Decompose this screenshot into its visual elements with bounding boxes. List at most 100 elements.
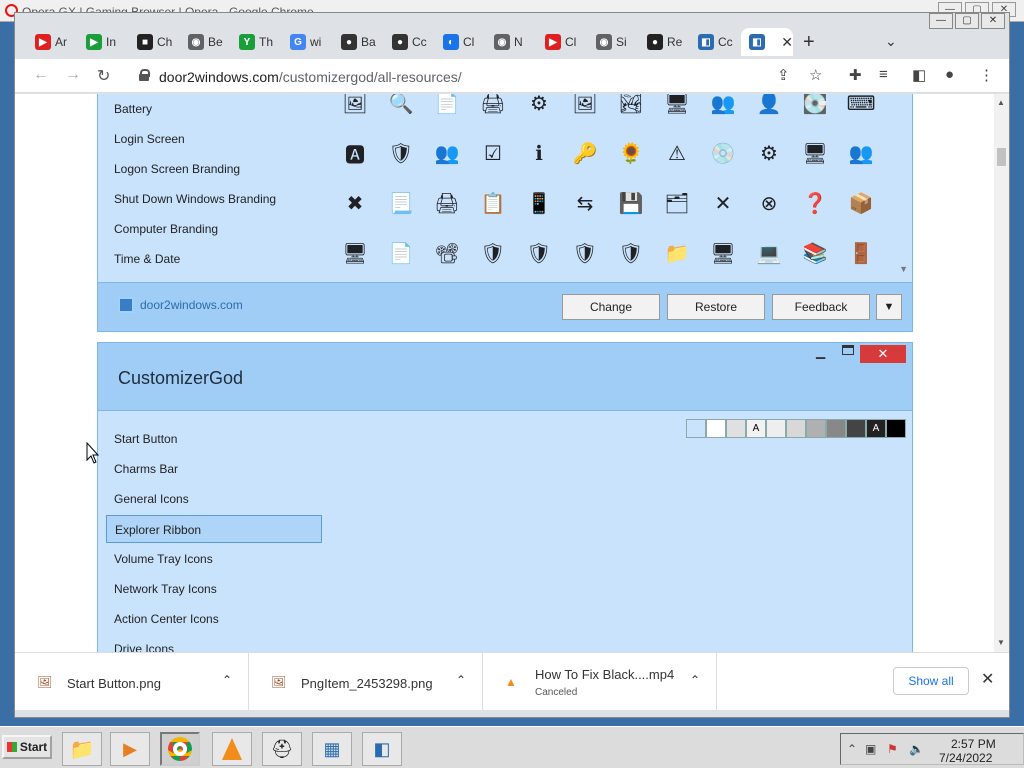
clock-time[interactable]: 2:57 PM <box>951 737 996 751</box>
resource-icon[interactable]: 👥 <box>706 94 740 120</box>
tab[interactable]: ◉ N <box>486 28 536 56</box>
resource-icon[interactable]: 🗂 <box>660 186 694 220</box>
resource-icon[interactable]: 🏞 <box>614 94 648 120</box>
resource-icon[interactable]: ✖ <box>338 186 372 220</box>
resource-icon[interactable]: ℹ <box>522 136 556 170</box>
resource-item[interactable]: Battery <box>114 94 276 124</box>
share-icon[interactable]: ⇪ <box>777 66 790 84</box>
resource-icon[interactable]: 👤 <box>752 94 786 120</box>
resource-icon[interactable]: ☑ <box>476 136 510 170</box>
resource-icon[interactable]: 📦 <box>844 186 878 220</box>
resource-icon[interactable]: ⊗ <box>752 186 786 220</box>
tab[interactable]: ▶ Ar <box>27 28 77 56</box>
page-scrollbar[interactable]: ▲ ▼ <box>994 94 1009 652</box>
color-swatch[interactable] <box>846 419 866 438</box>
tab[interactable]: Gwi <box>282 28 332 56</box>
download-item[interactable]: 🖼 Start Button.png ⌃ <box>15 653 249 711</box>
options-dropdown-button[interactable]: ▼ <box>876 294 902 320</box>
tray-action-center-icon[interactable]: ⚑ <box>887 742 898 756</box>
color-swatch[interactable] <box>766 419 786 438</box>
resource-item[interactable]: Computer Branding <box>114 214 276 244</box>
show-all-button[interactable]: Show all <box>893 667 969 695</box>
resource-icon[interactable]: ⌨ <box>844 94 878 120</box>
resource-icon[interactable]: 🖼 <box>338 94 372 120</box>
resource-item[interactable]: Login Screen <box>114 124 276 154</box>
taskbar-chrome[interactable] <box>160 732 200 766</box>
taskbar-control-panel[interactable]: ▦ <box>312 732 352 766</box>
extensions-icon[interactable]: ✚ <box>849 66 862 84</box>
tab[interactable]: ▶ Cl <box>537 28 587 56</box>
color-swatch[interactable] <box>826 419 846 438</box>
tray-volume-icon[interactable]: 🔈 <box>909 742 924 756</box>
resource-item[interactable]: Time & Date <box>114 244 276 274</box>
resource-icon[interactable]: ❓ <box>798 186 832 220</box>
resource-icon[interactable]: 📁 <box>660 236 694 270</box>
resource-icon[interactable]: 📽 <box>430 236 464 270</box>
tab[interactable]: ◉ Be <box>180 28 230 56</box>
taskbar-explorer[interactable]: 📁 <box>62 732 102 766</box>
scroll-up-icon[interactable]: ▲ <box>997 98 1005 107</box>
resource-icon[interactable]: 🛡 <box>568 236 602 270</box>
resource-icon[interactable]: 🛡 <box>476 236 510 270</box>
resource-icon[interactable]: ⚠ <box>660 136 694 170</box>
resource-icon[interactable]: 🖼 <box>568 94 602 120</box>
close-tab-icon[interactable]: ✕ <box>781 34 793 51</box>
color-swatch[interactable] <box>726 419 746 438</box>
category-item[interactable]: General Icons <box>106 485 322 513</box>
change-button[interactable]: Change <box>562 294 660 320</box>
resource-icon[interactable]: 👥 <box>844 136 878 170</box>
tray-network-icon[interactable]: ▣ <box>865 742 876 756</box>
scroll-thumb[interactable] <box>997 148 1006 166</box>
tab[interactable]: ● Cc <box>384 28 434 56</box>
resource-icon[interactable]: 🖥 <box>798 136 832 170</box>
resource-icon[interactable]: 🌻 <box>614 136 648 170</box>
panel-close-button[interactable]: ✕ <box>860 345 906 363</box>
resource-icon[interactable]: 📱 <box>522 186 556 220</box>
color-swatch[interactable] <box>806 419 826 438</box>
menu-kebab-icon[interactable]: ⋮ <box>979 66 994 84</box>
minimize-icon[interactable]: — <box>929 13 953 29</box>
profile-avatar-icon[interactable]: ● <box>945 66 954 83</box>
resource-icon[interactable]: 💽 <box>798 94 832 120</box>
tab[interactable]: ◧ Cc <box>690 28 740 56</box>
resource-icon[interactable]: 💾 <box>614 186 648 220</box>
category-item[interactable]: Charms Bar <box>106 455 322 483</box>
panel-maximize-icon[interactable] <box>842 345 854 355</box>
feedback-button[interactable]: Feedback <box>772 294 870 320</box>
download-options-chevron-icon[interactable]: ⌃ <box>456 673 466 687</box>
color-swatch[interactable] <box>706 419 726 438</box>
taskbar-customizergod[interactable]: ◧ <box>362 732 402 766</box>
tab-active[interactable]: ◧ ✕ <box>741 28 793 56</box>
back-arrow-icon[interactable]: ← <box>33 66 49 84</box>
color-swatch[interactable]: A <box>866 419 886 438</box>
download-item[interactable]: 🖼 PngItem_2453298.png ⌃ <box>249 653 483 711</box>
download-options-chevron-icon[interactable]: ⌃ <box>222 673 232 687</box>
color-swatch[interactable] <box>886 419 906 438</box>
tab[interactable]: ■ Ch <box>129 28 179 56</box>
resource-icon[interactable]: 🖨 <box>476 94 510 120</box>
resource-icon[interactable]: 🖨 <box>430 186 464 220</box>
start-button[interactable]: Start <box>2 735 52 759</box>
resource-icon[interactable]: ⚙ <box>752 136 786 170</box>
category-item-selected[interactable]: Explorer Ribbon <box>106 515 322 543</box>
resource-icon[interactable]: 🅰 <box>338 136 372 170</box>
category-item[interactable]: Drive Icons <box>106 635 322 652</box>
bookmark-star-icon[interactable]: ☆ <box>809 66 822 84</box>
color-swatch[interactable] <box>786 419 806 438</box>
category-item[interactable]: Start Button <box>106 425 322 453</box>
tray-expand-icon[interactable]: ⌃ <box>847 742 857 756</box>
download-item[interactable]: ▲ How To Fix Black....mp4 Canceled ⌃ <box>483 653 717 711</box>
resource-icon[interactable]: 📃 <box>384 186 418 220</box>
resource-icon[interactable]: 🚪 <box>844 236 878 270</box>
resource-icon[interactable]: ✕ <box>706 186 740 220</box>
resource-icon[interactable]: 🔑 <box>568 136 602 170</box>
inner-scroll-down-icon[interactable]: ▼ <box>899 264 908 274</box>
resource-icon[interactable]: 🖥 <box>706 236 740 270</box>
tab[interactable]: ◉ Si <box>588 28 638 56</box>
tab[interactable]: Y Th <box>231 28 281 56</box>
tab[interactable]: ● Ba <box>333 28 383 56</box>
resource-item[interactable]: Shut Down Windows Branding <box>114 184 276 214</box>
restore-button[interactable]: Restore <box>667 294 765 320</box>
taskbar-media[interactable]: ▶ <box>110 732 150 766</box>
forward-arrow-icon[interactable]: → <box>65 66 81 84</box>
